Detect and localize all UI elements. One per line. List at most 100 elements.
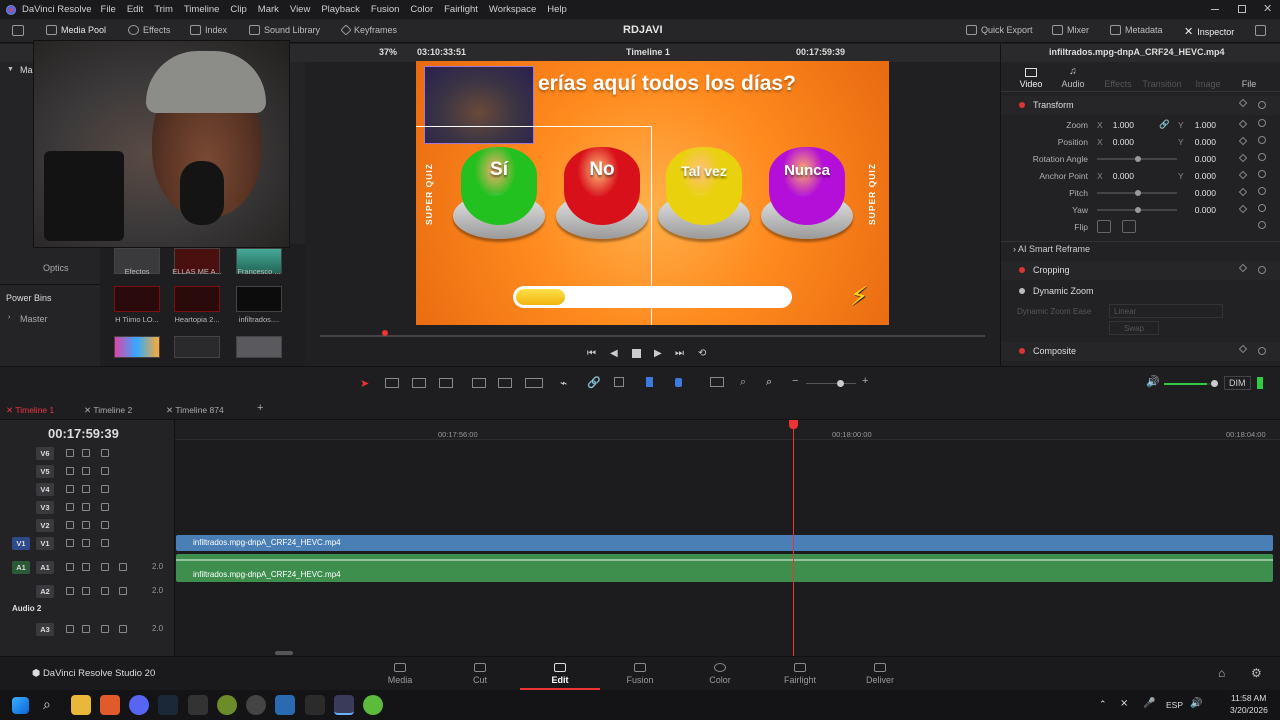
yaw-field[interactable]: 0.000 [1176, 205, 1216, 215]
menu-view[interactable]: View [290, 4, 310, 15]
position-y-field[interactable]: 0.000 [1176, 137, 1216, 147]
zoom-x-field[interactable]: 1.000 [1094, 120, 1134, 130]
speaker-icon[interactable]: 🔊 [1146, 375, 1160, 388]
reset-icon[interactable] [1258, 170, 1266, 178]
menu-fairlight[interactable]: Fairlight [444, 4, 478, 15]
lock-icon[interactable] [66, 449, 74, 457]
menu-edit[interactable]: Edit [127, 4, 143, 15]
ease-dropdown[interactable]: Linear [1109, 304, 1223, 318]
auto-select-icon[interactable] [82, 449, 90, 457]
xbox-icon[interactable] [217, 695, 237, 715]
slider-knob[interactable] [1135, 207, 1141, 213]
volume-icon[interactable]: 🔊 [1190, 698, 1202, 709]
playhead-handle[interactable] [789, 420, 798, 429]
app-icon[interactable] [246, 695, 266, 715]
play-icon[interactable]: ▶ [654, 348, 662, 359]
sound-library-button[interactable]: Sound Library [249, 25, 320, 35]
file-explorer-icon[interactable] [71, 695, 91, 715]
solo-icon[interactable] [101, 587, 109, 595]
green-app-icon[interactable] [363, 695, 383, 715]
lock-icon[interactable] [66, 539, 74, 547]
keyframe-icon[interactable] [1238, 136, 1248, 146]
timeline-selector[interactable]: Timeline 1 [626, 47, 670, 57]
scrub-bar[interactable] [320, 335, 985, 337]
dim-button[interactable]: DIM [1224, 376, 1251, 390]
tab-audio[interactable]: ♫ Audio [1061, 66, 1085, 89]
slider-knob[interactable] [1135, 156, 1141, 162]
lock-icon[interactable] [66, 587, 74, 595]
zoom-full-icon[interactable] [710, 377, 724, 387]
solo-icon[interactable] [101, 625, 109, 633]
auto-select-icon[interactable] [82, 539, 90, 547]
enable-dot[interactable] [1019, 288, 1025, 294]
microphone-icon[interactable]: 🎤 [1143, 698, 1155, 709]
add-timeline-icon[interactable]: + [257, 402, 263, 414]
metadata-button[interactable]: Metadata [1110, 25, 1163, 35]
photos-icon[interactable] [275, 695, 295, 715]
swap-button[interactable]: Swap [1109, 321, 1159, 335]
lock-icon[interactable] [614, 377, 624, 387]
search-icon[interactable]: ⌕ [43, 696, 51, 713]
zoom-in-icon[interactable]: + [862, 375, 868, 387]
zoom-custom-icon[interactable]: ⌕ [766, 376, 772, 389]
home-icon[interactable]: ⌂ [1218, 666, 1225, 680]
menu-playback[interactable]: Playback [321, 4, 360, 15]
reset-icon[interactable] [1258, 221, 1266, 229]
menu-workspace[interactable]: Workspace [489, 4, 536, 15]
page-cut[interactable]: Cut [440, 661, 520, 685]
flip-vertical-icon[interactable] [1122, 220, 1136, 233]
dynamic-trim-icon[interactable] [412, 378, 426, 388]
settings-icon[interactable]: ⚙ [1251, 666, 1262, 680]
reset-icon[interactable] [1258, 187, 1266, 195]
effects-button[interactable]: Effects [128, 25, 170, 35]
mute-icon[interactable] [119, 587, 127, 595]
track-visibility-icon[interactable] [101, 503, 109, 511]
program-frame[interactable]: erías aquí todos los días? SUPER QUIZ SU… [416, 61, 889, 325]
stop-icon[interactable] [632, 349, 641, 358]
brave-icon[interactable] [100, 695, 120, 715]
panel-toggle-icon[interactable] [12, 25, 24, 36]
composite-section[interactable]: Composite [1001, 342, 1280, 361]
anchor-x-field[interactable]: 0.000 [1094, 171, 1134, 181]
jump-start-icon[interactable]: ⏮ [587, 348, 596, 359]
epic-games-icon[interactable] [188, 695, 208, 715]
zoom-y-field[interactable]: 1.000 [1176, 120, 1216, 130]
menu-fusion[interactable]: Fusion [371, 4, 400, 15]
page-color[interactable]: Color [680, 661, 760, 685]
capcut-icon[interactable] [305, 695, 325, 715]
keyframe-icon[interactable] [1238, 344, 1248, 354]
mute-icon[interactable] [119, 563, 127, 571]
lock-icon[interactable] [66, 485, 74, 493]
horizontal-scrollbar[interactable] [275, 651, 293, 655]
clock-time[interactable]: 11:58 AM [1231, 693, 1266, 703]
dynamic-zoom-section[interactable]: Dynamic Zoom [1001, 282, 1280, 301]
discord-icon[interactable] [129, 695, 149, 715]
ai-smart-reframe-section[interactable]: › AI Smart Reframe [1013, 244, 1090, 254]
reset-icon[interactable] [1258, 266, 1266, 274]
tab-transition[interactable]: Transition [1142, 66, 1182, 89]
reset-icon[interactable] [1258, 347, 1266, 355]
transform-section[interactable]: Transform [1001, 96, 1280, 115]
expand-icon[interactable] [1255, 25, 1266, 36]
source-patch[interactable]: A1 [12, 561, 30, 574]
keyframe-icon[interactable] [1238, 187, 1248, 197]
page-deliver[interactable]: Deliver [840, 661, 920, 685]
position-x-field[interactable]: 0.000 [1094, 137, 1134, 147]
lock-icon[interactable] [66, 467, 74, 475]
auto-select-icon[interactable] [82, 563, 90, 571]
auto-select-icon[interactable] [82, 485, 90, 493]
menu-timeline[interactable]: Timeline [184, 4, 220, 15]
davinci-resolve-icon[interactable] [334, 695, 354, 715]
tab-video[interactable]: Video [1019, 66, 1043, 89]
clip-thumb-htiimo[interactable] [114, 286, 160, 312]
solo-icon[interactable] [101, 563, 109, 571]
zoom-level[interactable]: 37% [379, 47, 397, 57]
auto-select-icon[interactable] [82, 625, 90, 633]
quick-export-button[interactable]: Quick Export [966, 25, 1033, 35]
maximize-icon[interactable] [1238, 5, 1246, 13]
track-visibility-icon[interactable] [101, 485, 109, 493]
lock-icon[interactable] [66, 503, 74, 511]
media-pool-button[interactable]: Media Pool [46, 25, 106, 35]
linked-selection-icon[interactable]: 🔗 [587, 376, 601, 389]
keyframe-icon[interactable] [1238, 98, 1248, 108]
